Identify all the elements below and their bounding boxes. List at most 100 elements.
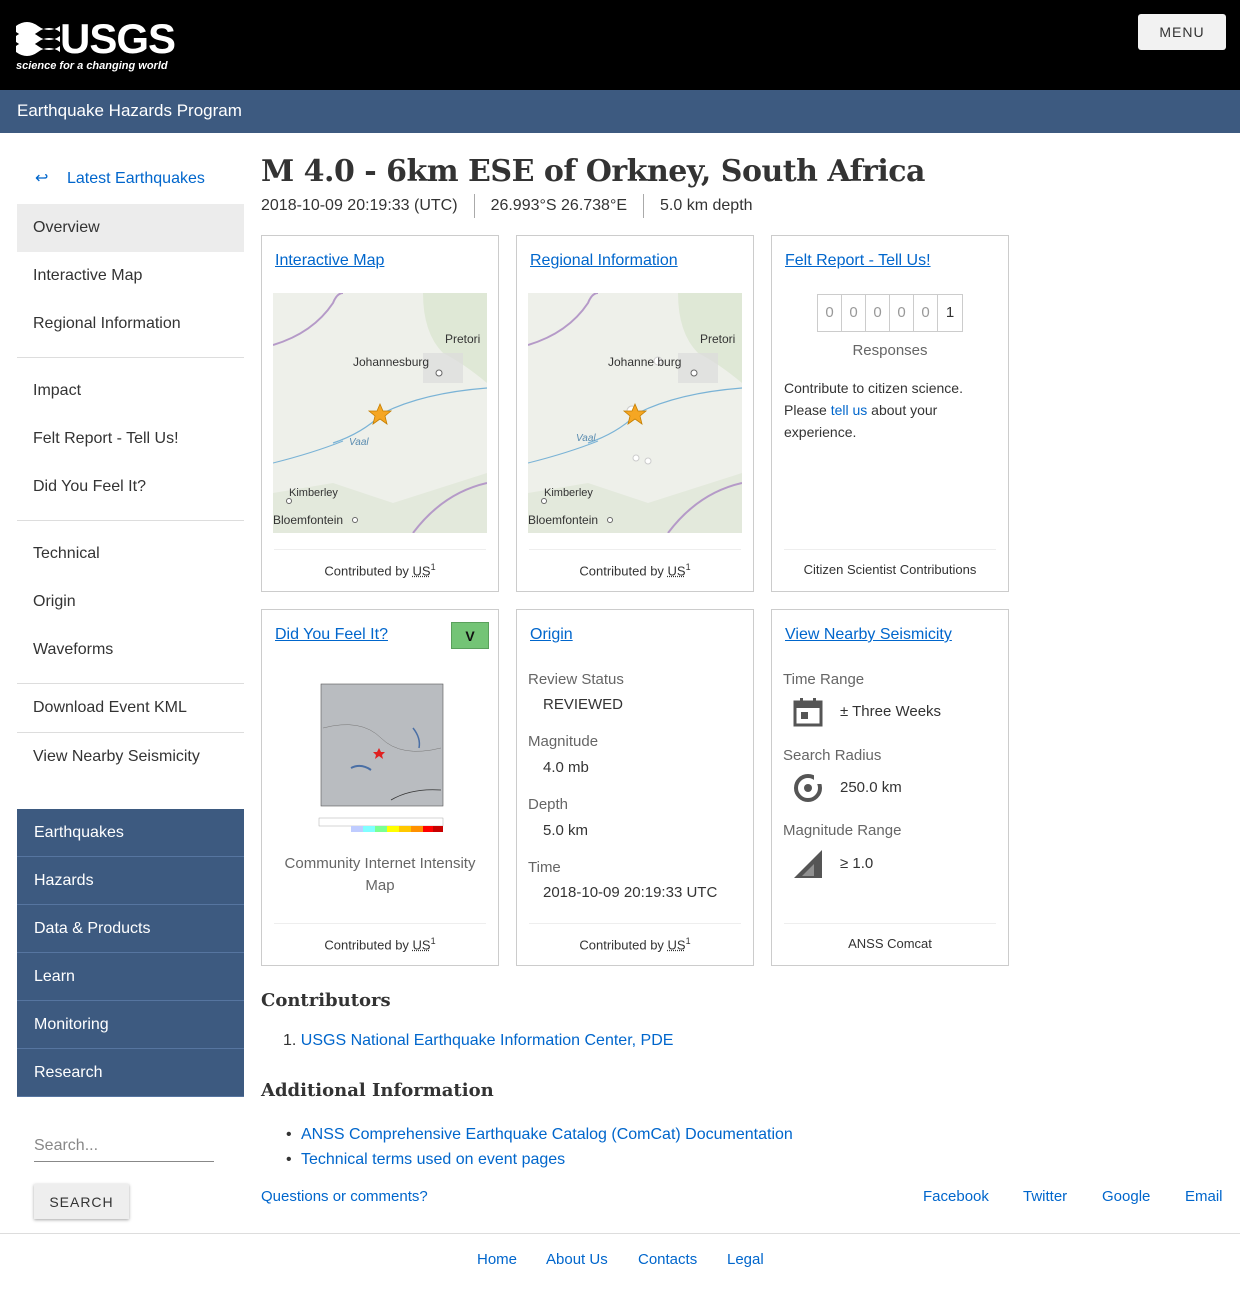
sidebar-item-regional-information[interactable]: Regional Information xyxy=(17,300,244,348)
footnote-ref: 1 xyxy=(430,562,436,572)
card-footer: Citizen Scientist Contributions xyxy=(784,549,996,579)
logo-wordmark: USGS xyxy=(60,15,176,62)
event-sidebar: ↩ Latest Earthquakes Overview Interactive… xyxy=(17,154,244,781)
list-item: • Technical terms used on event pages xyxy=(286,1147,793,1172)
nav-monitoring[interactable]: Monitoring xyxy=(17,1001,244,1049)
footer-divider xyxy=(0,1233,1240,1234)
usgs-wave-icon xyxy=(16,22,60,56)
questions-link[interactable]: Questions or comments? xyxy=(261,1188,428,1205)
program-bar: Earthquake Hazards Program xyxy=(0,90,1240,133)
tell-us-link[interactable]: tell us xyxy=(831,402,868,418)
contacts-link[interactable]: Contacts xyxy=(638,1251,697,1268)
sidebar-item-waveforms[interactable]: Waveforms xyxy=(17,626,244,674)
additional-info-list: • ANSS Comprehensive Earthquake Catalog (… xyxy=(286,1122,793,1172)
network-abbr: US xyxy=(412,937,431,953)
regional-information-link[interactable]: Regional Information xyxy=(530,252,678,270)
search-input[interactable] xyxy=(34,1130,214,1162)
site-nav: Earthquakes Hazards Data & Products Lear… xyxy=(17,809,244,1097)
sidebar-item-dyfi[interactable]: Did You Feel It? xyxy=(17,463,244,511)
label-kimberley: Kimberley xyxy=(544,487,593,499)
label-johannesburg: Johannesburg xyxy=(353,355,429,369)
program-title[interactable]: Earthquake Hazards Program xyxy=(17,101,242,121)
regional-map-image[interactable]: Pretori Johanne burg Vaal Kimberley Bloe… xyxy=(528,293,742,533)
counter-digit: 0 xyxy=(914,295,938,331)
nav-research[interactable]: Research xyxy=(17,1049,244,1097)
back-arrow-icon: ↩ xyxy=(35,170,49,187)
network-abbr: US xyxy=(412,563,431,579)
twitter-link[interactable]: Twitter xyxy=(1023,1188,1067,1205)
label-vaal: Vaal xyxy=(349,437,369,448)
label-bloemfontein: Bloemfontein xyxy=(273,513,343,527)
sidebar-item-download-kml[interactable]: Download Event KML xyxy=(17,684,244,732)
event-summary: 2018-10-09 20:19:33 (UTC) 26.993°S 26.73… xyxy=(261,194,769,218)
nav-earthquakes[interactable]: Earthquakes xyxy=(17,809,244,857)
google-link[interactable]: Google xyxy=(1102,1188,1150,1205)
footnote-ref: 1 xyxy=(685,936,691,946)
footnote-ref: 1 xyxy=(430,936,436,946)
comcat-docs-link[interactable]: ANSS Comprehensive Earthquake Catalog (C… xyxy=(301,1126,793,1143)
label-johannesburg: Johanne burg xyxy=(608,355,681,369)
contributed-by-label: Contributed by xyxy=(324,937,413,953)
menu-button[interactable]: MENU xyxy=(1138,14,1226,50)
review-status-value: REVIEWED xyxy=(543,696,624,713)
nearby-seismicity-card: View Nearby Seismicity Time Range ± Thre… xyxy=(771,609,1009,966)
sidebar-item-overview[interactable]: Overview xyxy=(17,204,244,252)
sidebar-item-felt-report[interactable]: Felt Report - Tell Us! xyxy=(17,415,244,463)
label-vaal: Vaal xyxy=(576,433,596,444)
contributor-link[interactable]: USGS National Earthquake Information Cen… xyxy=(301,1032,674,1049)
counter-digit: 1 xyxy=(945,304,955,321)
map-graphic: Pretori Johanne burg Vaal Kimberley Bloe… xyxy=(528,293,742,533)
sidebar-item-interactive-map[interactable]: Interactive Map xyxy=(17,252,244,300)
latest-earthquakes-label: Latest Earthquakes xyxy=(67,170,205,187)
nearby-seismicity-link[interactable]: View Nearby Seismicity xyxy=(785,626,952,644)
interactive-map-link[interactable]: Interactive Map xyxy=(275,252,384,270)
magnitude-range-label: Magnitude Range xyxy=(783,822,902,839)
label-bloemfontein: Bloemfontein xyxy=(528,513,598,527)
about-us-link[interactable]: About Us xyxy=(546,1251,608,1268)
facebook-link[interactable]: Facebook xyxy=(923,1188,989,1205)
intensity-map-image[interactable] xyxy=(301,668,447,838)
felt-report-card: Felt Report - Tell Us! 0 0 0 0 0 1 Respo… xyxy=(771,235,1009,592)
sidebar-item-impact[interactable]: Impact xyxy=(17,367,244,415)
magnitude-range-value: ≥ 1.0 xyxy=(840,855,874,872)
bullet-icon: • xyxy=(286,1126,292,1143)
sidebar-item-nearby-seismicity[interactable]: View Nearby Seismicity xyxy=(17,733,244,781)
origin-card: Origin Review Status REVIEWED Magnitude … xyxy=(516,609,754,966)
footnote-ref: 1 xyxy=(685,562,691,572)
nav-data-products[interactable]: Data & Products xyxy=(17,905,244,953)
technical-terms-link[interactable]: Technical terms used on event pages xyxy=(301,1151,565,1168)
contributed-by-label: Contributed by xyxy=(579,563,668,579)
label-pretoria: Pretori xyxy=(700,332,735,346)
additional-info-heading: Additional Information xyxy=(261,1080,494,1101)
card-footer: Contributed by US1 xyxy=(529,549,741,579)
nav-hazards[interactable]: Hazards xyxy=(17,857,244,905)
search-radius-label: Search Radius xyxy=(783,747,882,764)
counter-digit: 0 xyxy=(842,295,866,331)
email-link[interactable]: Email xyxy=(1185,1188,1223,1205)
card-footer: Contributed by US1 xyxy=(274,549,486,579)
card-footer: Contributed by US1 xyxy=(529,923,741,953)
depth-value: 5.0 km xyxy=(543,822,589,839)
interactive-map-image[interactable]: Pretori Johannesburg Vaal Kimberley Bloe… xyxy=(273,293,487,533)
home-link[interactable]: Home xyxy=(477,1251,517,1268)
latest-earthquakes-link[interactable]: ↩ Latest Earthquakes xyxy=(17,154,244,204)
origin-link[interactable]: Origin xyxy=(530,626,573,644)
calendar-icon xyxy=(793,698,823,727)
contributors-list: 1. USGS National Earthquake Information … xyxy=(283,1032,673,1050)
list-item: • ANSS Comprehensive Earthquake Catalog (… xyxy=(286,1122,793,1147)
magnitude-value: 4.0 mb xyxy=(543,759,589,776)
label-kimberley: Kimberley xyxy=(289,487,338,499)
time-range-value: ± Three Weeks xyxy=(840,703,942,720)
legal-link[interactable]: Legal xyxy=(727,1251,764,1268)
usgs-logo[interactable]: USGS science for a changing world xyxy=(16,16,176,76)
nav-learn[interactable]: Learn xyxy=(17,953,244,1001)
sidebar-item-origin[interactable]: Origin xyxy=(17,578,244,626)
dyfi-link[interactable]: Did You Feel It? xyxy=(275,626,388,644)
search-button[interactable]: SEARCH xyxy=(34,1184,129,1219)
intensity-map-caption: Community Internet Intensity Map xyxy=(284,855,476,894)
felt-report-link[interactable]: Felt Report - Tell Us! xyxy=(785,252,931,270)
sidebar-item-technical[interactable]: Technical xyxy=(17,530,244,578)
regional-information-card: Regional Information Pretori Johanne bur… xyxy=(516,235,754,592)
label-pretoria: Pretori xyxy=(445,332,480,346)
event-title: M 4.0 - 6km ESE of Orkney, South Africa xyxy=(261,154,925,189)
